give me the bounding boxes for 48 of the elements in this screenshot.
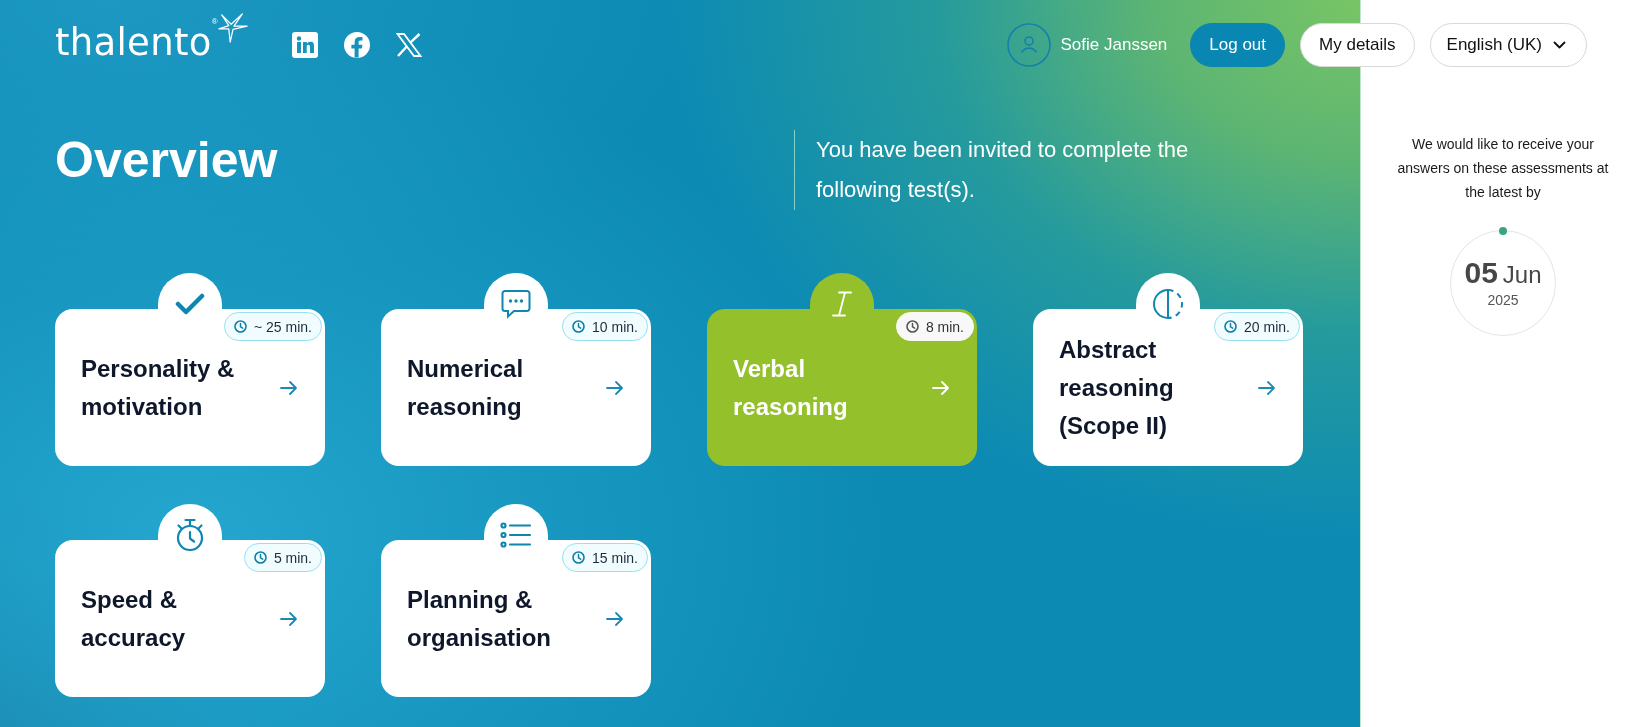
clock-icon bbox=[253, 551, 267, 564]
day-text: 05 bbox=[1464, 257, 1498, 289]
avatar-icon bbox=[1006, 23, 1051, 67]
logout-button[interactable]: Log out bbox=[1190, 23, 1286, 67]
registered-mark: ® bbox=[211, 18, 218, 26]
x-logo-icon[interactable] bbox=[395, 33, 422, 57]
language-dropdown[interactable]: English (UK) bbox=[1429, 23, 1587, 67]
clock-icon bbox=[572, 551, 586, 564]
test-title: Verbal reasoning bbox=[733, 354, 848, 420]
duration-text: ~ 25 min. bbox=[254, 318, 312, 335]
year-text: 2025 bbox=[1487, 291, 1519, 309]
duration-text: 8 min. bbox=[925, 318, 964, 335]
test-card[interactable]: Numerical reasoning 10 min. bbox=[381, 309, 651, 466]
clock-icon bbox=[234, 320, 247, 333]
test-card[interactable]: Speed & accuracy 5 min. bbox=[55, 540, 325, 697]
page-title: Overview bbox=[55, 131, 279, 190]
arrow-right-icon bbox=[1258, 380, 1276, 395]
test-title: Personality & motivation bbox=[81, 354, 235, 420]
test-title: Numerical reasoning bbox=[407, 354, 524, 420]
test-card[interactable]: Verbal reasoning 8 min. bbox=[707, 309, 977, 466]
duration-text: 10 min. bbox=[592, 318, 638, 335]
clock-icon bbox=[1224, 320, 1238, 333]
arrow-right-icon bbox=[606, 611, 624, 626]
arrow-right-icon bbox=[280, 380, 298, 395]
arrow-right-icon bbox=[280, 611, 298, 626]
deadline-text: We would like to receive your answers on these assessments at the latest by bbox=[1396, 135, 1610, 202]
test-card[interactable]: Abstract reasoning (Scope II) 20 min. bbox=[1033, 309, 1303, 466]
logo-text: thalento bbox=[55, 21, 212, 64]
arrow-right-icon bbox=[606, 380, 624, 395]
test-card[interactable]: Planning & organisation 15 min. bbox=[381, 540, 651, 697]
star-logo-icon bbox=[217, 12, 248, 44]
arrow-right-icon bbox=[932, 380, 950, 395]
facebook-icon[interactable] bbox=[343, 32, 370, 58]
dot-icon bbox=[1499, 227, 1507, 235]
user-name: Sofie Janssen bbox=[1060, 35, 1168, 55]
intro-text: You have been invited to complete the following test(s). bbox=[794, 130, 1246, 210]
clock-icon bbox=[905, 320, 919, 333]
test-title: Planning & organisation bbox=[407, 585, 551, 651]
chevron-down-icon bbox=[1553, 41, 1566, 49]
details-button[interactable]: My details bbox=[1300, 23, 1415, 67]
test-card[interactable]: Personality & motivation ~ 25 min. bbox=[55, 309, 325, 466]
test-title: Abstract reasoning (Scope II) bbox=[1059, 335, 1174, 439]
duration-text: 15 min. bbox=[592, 549, 638, 566]
duration-text: 5 min. bbox=[273, 549, 312, 566]
test-title: Speed & accuracy bbox=[81, 585, 186, 651]
month-text: Jun bbox=[1502, 260, 1542, 290]
clock-icon bbox=[572, 320, 586, 333]
duration-text: 20 min. bbox=[1244, 318, 1290, 335]
